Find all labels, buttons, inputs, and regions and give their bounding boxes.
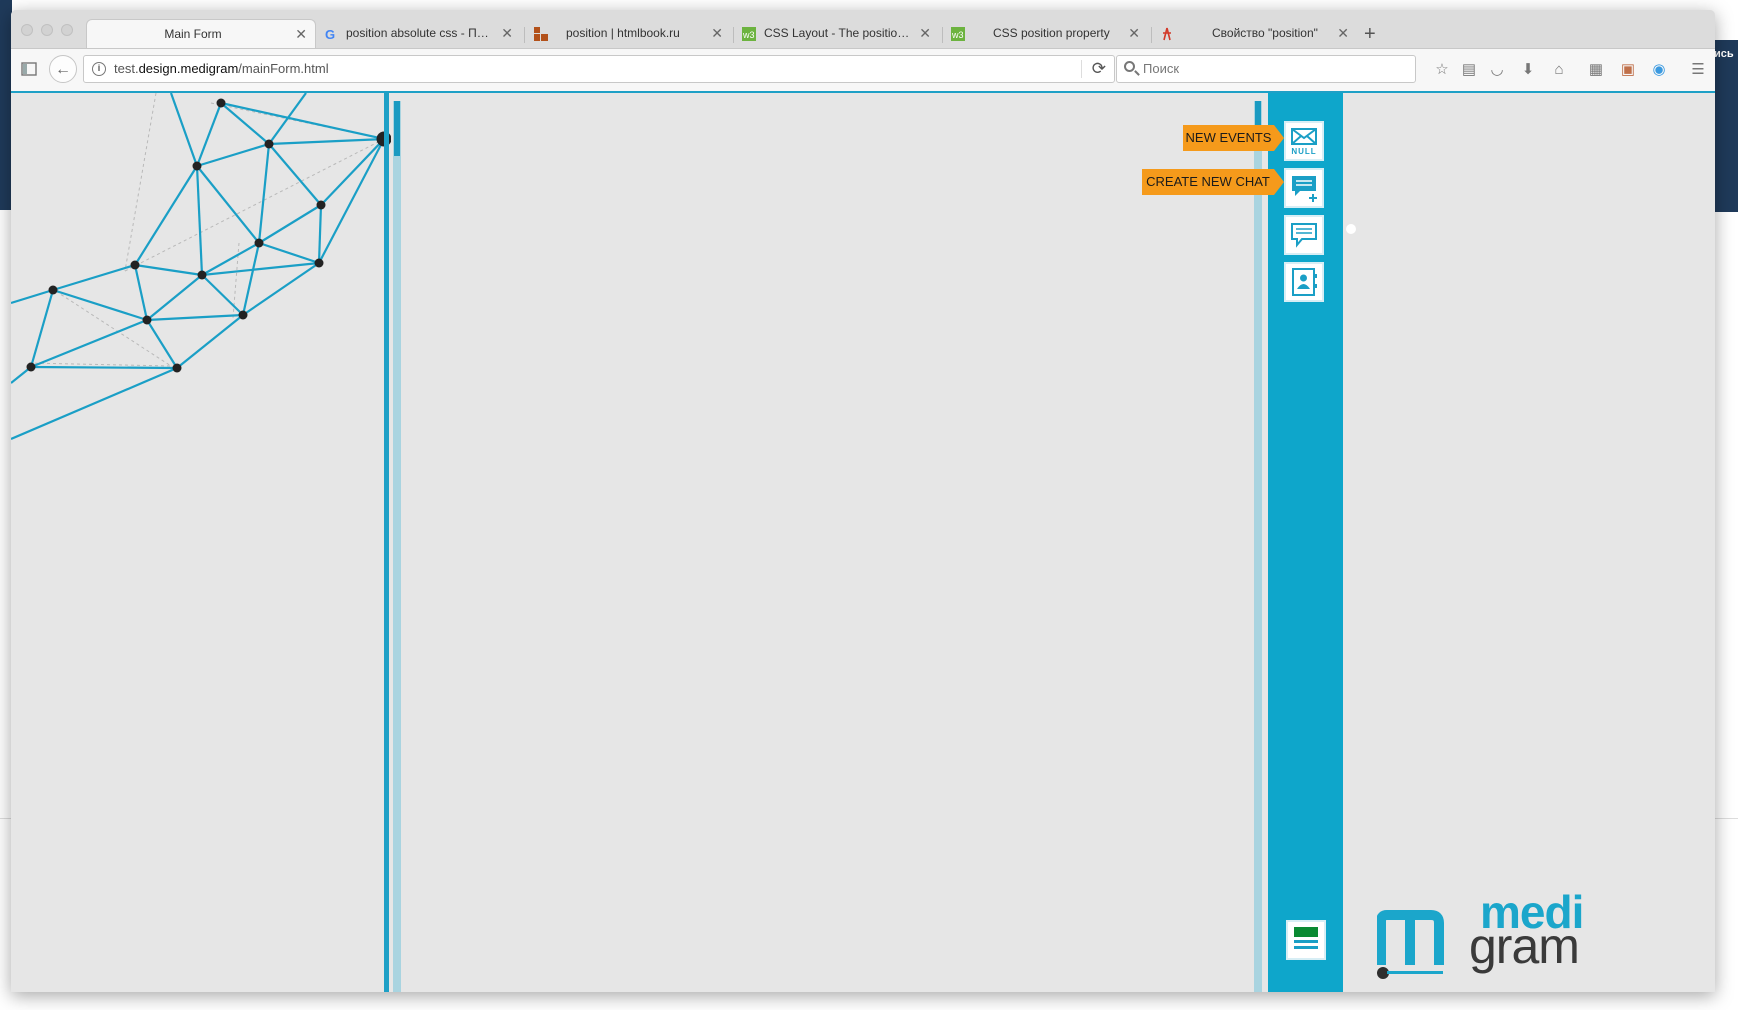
contact-book-icon bbox=[1292, 268, 1317, 296]
home-icon[interactable]: ⌂ bbox=[1550, 61, 1568, 79]
search-bar[interactable]: Поиск bbox=[1116, 55, 1416, 83]
google-icon: G bbox=[325, 27, 335, 41]
chat-icon bbox=[1291, 223, 1317, 248]
contacts-button[interactable] bbox=[1284, 262, 1324, 302]
logo-mark-icon bbox=[1377, 910, 1444, 979]
mail-badge: NULL bbox=[1291, 147, 1317, 156]
close-tab-icon[interactable]: ✕ bbox=[501, 19, 513, 48]
background-right-label: ись bbox=[1714, 48, 1734, 60]
tab-label: Свойство "position" bbox=[1212, 26, 1318, 40]
minimize-window-button[interactable] bbox=[41, 24, 53, 36]
extension-icon[interactable]: ▦ bbox=[1587, 61, 1605, 79]
close-tab-icon[interactable]: ✕ bbox=[919, 19, 931, 48]
navigation-bar: ← i test.design.medigram/mainForm.html ⟳… bbox=[11, 49, 1715, 93]
right-scrollbar-track[interactable] bbox=[1254, 101, 1262, 992]
htmlbook-icon bbox=[534, 27, 548, 41]
svg-text:G: G bbox=[325, 27, 335, 41]
tab-google-search[interactable]: G position absolute css - Пои... ✕ bbox=[316, 19, 521, 48]
panel-toggle-button[interactable] bbox=[1286, 920, 1326, 960]
create-chat-button[interactable] bbox=[1284, 168, 1324, 208]
tab-label: CSS position property bbox=[993, 26, 1110, 40]
sidebar-toggle-icon[interactable] bbox=[19, 60, 39, 80]
browser-window: Main Form ✕ G position absolute css - По… bbox=[11, 10, 1715, 992]
new-events-tooltip: NEW EVENTS bbox=[1183, 125, 1284, 151]
tab-w3-css-layout[interactable]: w3 CSS Layout - The position ... ✕ bbox=[734, 19, 939, 48]
url-separator bbox=[1081, 60, 1082, 78]
tab-position-ru[interactable]: Свойство "position" ✕ bbox=[1152, 19, 1357, 48]
menu-icon[interactable]: ☰ bbox=[1689, 61, 1707, 79]
back-button[interactable]: ← bbox=[49, 55, 77, 83]
create-new-chat-tooltip: CREATE NEW CHAT bbox=[1142, 169, 1284, 195]
url-text: test.design.medigram/mainForm.html bbox=[114, 61, 329, 76]
tab-main-form[interactable]: Main Form ✕ bbox=[86, 19, 316, 48]
site-icon bbox=[1163, 27, 1171, 41]
url-bar[interactable]: i test.design.medigram/mainForm.html ⟳ bbox=[83, 55, 1115, 83]
addon-icon[interactable]: ▣ bbox=[1619, 61, 1637, 79]
tab-htmlbook[interactable]: position | htmlbook.ru ✕ bbox=[526, 19, 731, 48]
back-arrow-icon: ← bbox=[55, 61, 71, 78]
svg-text:w3: w3 bbox=[951, 30, 964, 40]
chat-add-icon bbox=[1292, 176, 1317, 202]
info-icon[interactable]: i bbox=[92, 62, 106, 76]
w3-icon: w3 bbox=[742, 27, 756, 41]
logo-text-gram: gram bbox=[1469, 918, 1580, 974]
tab-label: position | htmlbook.ru bbox=[566, 26, 680, 40]
tab-separator bbox=[524, 27, 525, 43]
search-placeholder: Поиск bbox=[1143, 61, 1180, 76]
search-icon bbox=[1124, 61, 1135, 72]
chats-button[interactable] bbox=[1284, 215, 1324, 255]
tab-bar: Main Form ✕ G position absolute css - По… bbox=[11, 10, 1715, 49]
new-events-button[interactable]: NULL bbox=[1284, 121, 1324, 161]
tab-label: Main Form bbox=[164, 27, 222, 41]
close-tab-icon[interactable]: ✕ bbox=[295, 20, 307, 49]
new-tab-button[interactable]: + bbox=[1364, 24, 1376, 44]
medigram-logo: medi gram bbox=[1377, 886, 1597, 983]
tab-w3-position-property[interactable]: w3 CSS position property ✕ bbox=[943, 19, 1148, 48]
pocket-icon[interactable]: ◡ bbox=[1488, 61, 1506, 79]
left-divider-bar bbox=[384, 93, 389, 992]
network-mesh-graphic bbox=[11, 93, 391, 441]
zoom-window-button[interactable] bbox=[61, 24, 73, 36]
reload-icon[interactable]: ⟳ bbox=[1092, 59, 1106, 79]
close-window-button[interactable] bbox=[21, 24, 33, 36]
download-icon[interactable]: ⬇ bbox=[1519, 61, 1537, 79]
reading-list-icon[interactable]: ▤ bbox=[1460, 61, 1478, 79]
w3-icon: w3 bbox=[951, 27, 965, 41]
close-tab-icon[interactable]: ✕ bbox=[1337, 19, 1349, 48]
svg-text:w3: w3 bbox=[742, 30, 755, 40]
tab-label: position absolute css - Пои... bbox=[346, 26, 495, 40]
window-list-icon bbox=[1294, 927, 1318, 949]
left-scrollbar-track[interactable] bbox=[393, 101, 401, 992]
bookmark-star-icon[interactable]: ☆ bbox=[1433, 61, 1451, 79]
sync-icon[interactable]: ◉ bbox=[1650, 61, 1668, 79]
close-tab-icon[interactable]: ✕ bbox=[711, 19, 723, 48]
page-content: NEW EVENTS CREATE NEW CHAT NULL medi gra… bbox=[11, 93, 1715, 992]
left-scrollbar-thumb[interactable] bbox=[394, 101, 400, 156]
close-tab-icon[interactable]: ✕ bbox=[1128, 19, 1140, 48]
status-indicator-dot bbox=[1346, 224, 1356, 234]
tab-label: CSS Layout - The position ... bbox=[764, 26, 913, 40]
